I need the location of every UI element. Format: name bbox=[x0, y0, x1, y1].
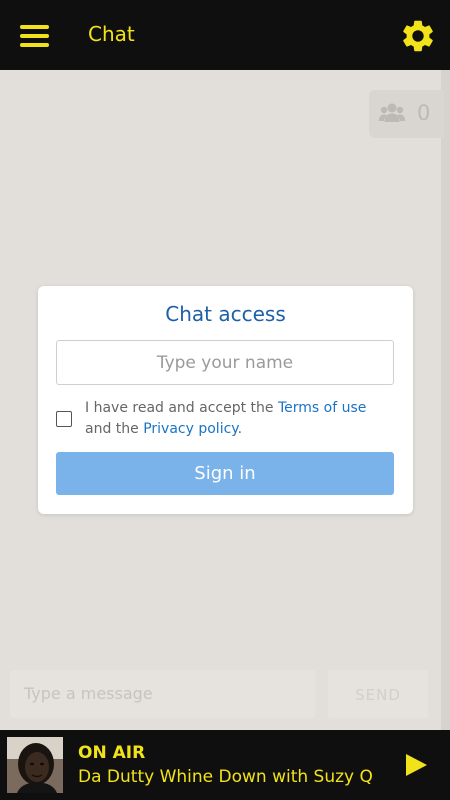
on-air-label: ON AIR bbox=[78, 743, 146, 763]
top-app-bar: Chat bbox=[0, 0, 450, 70]
show-title: Da Dutty Whine Down with Suzy Q bbox=[78, 767, 373, 787]
gear-icon[interactable] bbox=[399, 17, 437, 55]
hamburger-menu-icon[interactable] bbox=[20, 25, 50, 47]
terms-prefix: I have read and accept the bbox=[85, 400, 278, 416]
message-input[interactable]: Type a message bbox=[10, 670, 315, 718]
dialog-title: Chat access bbox=[165, 302, 286, 326]
message-input-placeholder: Type a message bbox=[24, 684, 153, 703]
terms-of-use-link[interactable]: Terms of use bbox=[278, 400, 366, 416]
name-input[interactable] bbox=[56, 340, 394, 385]
accept-terms-checkbox[interactable] bbox=[56, 411, 72, 427]
sign-in-button[interactable]: Sign in bbox=[56, 452, 394, 495]
page-title: Chat bbox=[88, 22, 135, 46]
chat-access-dialog: Chat access I have read and accept the T… bbox=[38, 286, 413, 514]
play-icon[interactable] bbox=[404, 753, 428, 777]
online-users-badge[interactable]: 0 bbox=[369, 90, 444, 138]
send-button[interactable]: SEND bbox=[328, 670, 428, 718]
online-users-count: 0 bbox=[417, 101, 431, 125]
host-photo bbox=[7, 737, 63, 793]
terms-suffix: . bbox=[237, 421, 243, 437]
users-icon bbox=[379, 103, 405, 122]
host-avatar bbox=[7, 737, 63, 793]
chat-scrollbar[interactable] bbox=[441, 70, 450, 730]
now-playing-bar: ON AIR Da Dutty Whine Down with Suzy Q bbox=[0, 730, 450, 800]
privacy-policy-link[interactable]: Privacy policy bbox=[143, 421, 237, 437]
terms-text: I have read and accept the Terms of use … bbox=[85, 398, 395, 440]
terms-middle: and the bbox=[85, 421, 144, 437]
send-button-label: SEND bbox=[355, 686, 401, 704]
